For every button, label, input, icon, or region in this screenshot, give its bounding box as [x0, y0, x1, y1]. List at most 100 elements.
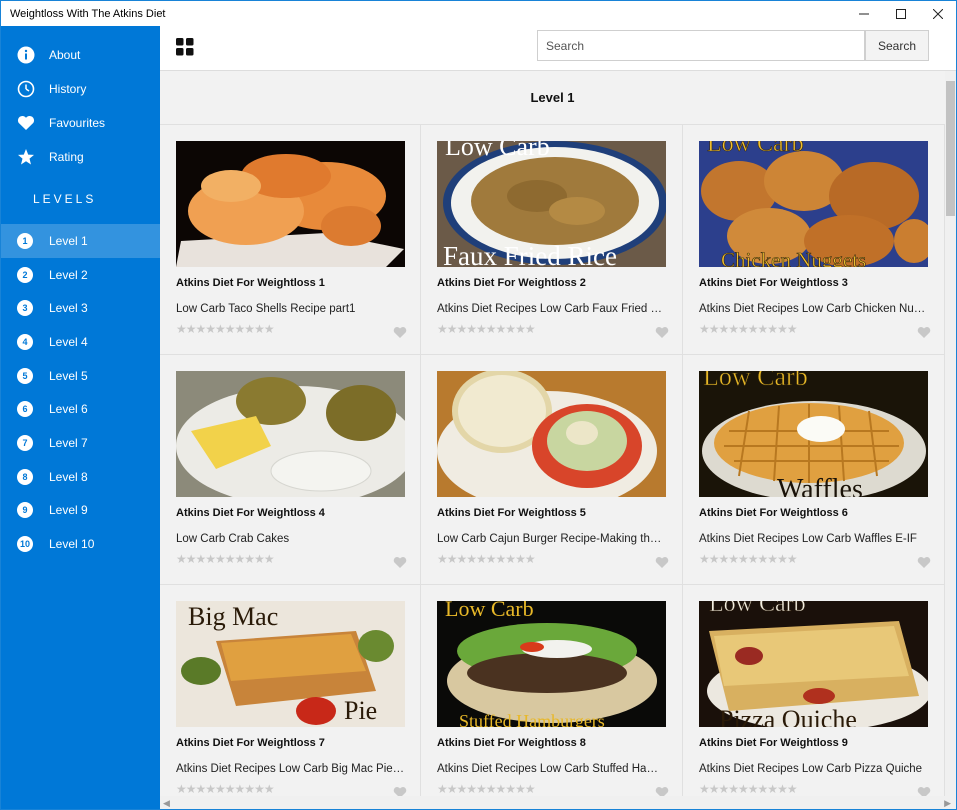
maximize-icon [895, 8, 906, 19]
favourite-heart-icon[interactable] [655, 556, 669, 569]
minimize-button[interactable] [845, 1, 882, 26]
favourite-heart-icon[interactable] [917, 786, 931, 796]
favourite-heart-icon[interactable] [655, 326, 669, 339]
maximize-button[interactable] [882, 1, 919, 26]
overlay-bottom-text: Pizza Quiche [719, 705, 857, 727]
search-button[interactable]: Search [865, 30, 929, 61]
overlay-bottom-text: Pie [344, 696, 377, 725]
favourite-heart-icon[interactable] [393, 556, 407, 569]
sidebar-item-favourites[interactable]: Favourites [1, 106, 160, 140]
sidebar-item-label: Rating [49, 150, 84, 164]
overlay-top-text: Low Carb [709, 601, 806, 617]
recipe-thumbnail[interactable] [176, 141, 405, 267]
sidebar-item-level-9[interactable]: 9 Level 9 [1, 494, 160, 528]
rating-stars[interactable]: ★★★★★★★★★★ [699, 782, 944, 796]
recipe-card-4[interactable]: Atkins Diet For Weightloss 4 Low Carb Cr… [160, 354, 421, 584]
recipe-title: Atkins Diet For Weightloss 6 [699, 507, 848, 519]
recipe-thumbnail[interactable]: Low Carb Pizza Quiche [699, 601, 928, 727]
sidebar-item-history[interactable]: History [1, 72, 160, 106]
vertical-scrollbar[interactable] [945, 71, 956, 796]
search-input[interactable]: Search [537, 30, 865, 61]
favourite-heart-icon[interactable] [917, 556, 931, 569]
recipe-card-9[interactable]: Low Carb Pizza Quiche Atkins Diet For We… [683, 584, 945, 796]
recipe-subtitle: Atkins Diet Recipes Low Carb Stuffed Ham… [437, 763, 666, 775]
recipe-title: Atkins Diet For Weightloss 7 [176, 737, 325, 749]
scroll-right-icon[interactable]: ▶ [944, 798, 951, 809]
overlay-bottom-text: Faux Fried Rice [443, 241, 617, 267]
recipe-subtitle: Atkins Diet Recipes Low Carb Pizza Quich… [699, 763, 923, 775]
rating-stars[interactable]: ★★★★★★★★★★ [437, 782, 682, 796]
rating-stars[interactable]: ★★★★★★★★★★ [437, 322, 682, 336]
recipe-card-6[interactable]: Low Carb Waffles Atkins Diet For Weightl… [683, 354, 945, 584]
star-icon [16, 147, 36, 167]
sidebar-item-level-7[interactable]: 7 Level 7 [1, 426, 160, 460]
sidebar-item-level-1[interactable]: 1 Level 1 [1, 224, 160, 258]
recipe-card-5[interactable]: Atkins Diet For Weightloss 5 Low Carb Ca… [421, 354, 683, 584]
level-number-badge: 3 [17, 300, 33, 317]
level-label: Level 6 [49, 402, 88, 417]
favourite-heart-icon[interactable] [393, 786, 407, 796]
recipe-thumbnail[interactable]: Low Carb Waffles [699, 371, 928, 497]
grid-view-icon[interactable] [176, 38, 194, 56]
overlay-top-text: Big Mac [188, 602, 278, 631]
favourite-heart-icon[interactable] [917, 326, 931, 339]
level-number-badge: 7 [17, 434, 33, 451]
sidebar-item-label: History [49, 82, 87, 96]
sidebar: About History Favourites Rating LEVELS 1… [1, 26, 160, 809]
recipe-subtitle: Atkins Diet Recipes Low Carb Chicken Nug… [699, 303, 928, 315]
recipe-thumbnail[interactable]: Big Mac Pie [176, 601, 405, 727]
sidebar-item-label: Favourites [49, 116, 106, 130]
sidebar-item-level-8[interactable]: 8 Level 8 [1, 460, 160, 494]
close-button[interactable] [919, 1, 956, 26]
recipe-card-1[interactable]: Atkins Diet For Weightloss 1 Low Carb Ta… [160, 124, 421, 354]
sidebar-item-rating[interactable]: Rating [1, 140, 160, 174]
sidebar-item-level-5[interactable]: 5 Level 5 [1, 359, 160, 393]
level-number-badge: 10 [17, 536, 33, 553]
recipe-thumbnail[interactable]: Low Carb Chicken Nuggets [699, 141, 928, 267]
vertical-scrollbar-thumb[interactable] [946, 81, 955, 216]
rating-stars[interactable]: ★★★★★★★★★★ [176, 782, 420, 796]
recipe-subtitle: Low Carb Crab Cakes [176, 533, 290, 545]
level-label: Level 7 [49, 435, 88, 450]
level-label: Level 2 [49, 267, 88, 282]
level-label: Level 5 [49, 368, 88, 383]
rating-stars[interactable]: ★★★★★★★★★★ [699, 552, 944, 566]
level-label: Level 10 [49, 537, 95, 552]
sidebar-item-label: About [49, 48, 81, 62]
recipe-card-2[interactable]: Low Carb Faux Fried Rice Atkins Diet For… [421, 124, 683, 354]
sidebar-item-level-10[interactable]: 10 Level 10 [1, 527, 160, 561]
recipe-thumbnail[interactable] [437, 371, 666, 497]
level-number-badge: 9 [17, 502, 33, 519]
recipe-thumbnail[interactable]: Low Carb Faux Fried Rice [437, 141, 666, 267]
page-title: Level 1 [530, 90, 575, 105]
recipe-title: Atkins Diet For Weightloss 9 [699, 737, 848, 749]
top-bar: Search Search [160, 26, 956, 71]
scroll-left-icon[interactable]: ◀ [163, 798, 170, 809]
recipe-subtitle: Low Carb Taco Shells Recipe part1 [176, 303, 356, 315]
sidebar-item-about[interactable]: About [1, 38, 160, 72]
recipe-subtitle: Atkins Diet Recipes Low Carb Waffles E-I… [699, 533, 917, 545]
rating-stars[interactable]: ★★★★★★★★★★ [437, 552, 682, 566]
rating-stars[interactable]: ★★★★★★★★★★ [176, 322, 420, 336]
recipe-title: Atkins Diet For Weightloss 4 [176, 507, 325, 519]
sidebar-item-level-6[interactable]: 6 Level 6 [1, 392, 160, 426]
level-number-badge: 8 [17, 468, 33, 485]
overlay-top-text: Low Carb [707, 141, 804, 157]
horizontal-scrollbar[interactable]: ◀ ▶ [160, 796, 956, 809]
recipe-thumbnail[interactable]: Low Carb Stuffed Hamburgers [437, 601, 666, 727]
recipe-thumbnail[interactable] [176, 371, 405, 497]
favourite-heart-icon[interactable] [393, 326, 407, 339]
rating-stars[interactable]: ★★★★★★★★★★ [699, 322, 944, 336]
recipe-card-7[interactable]: Big Mac Pie Atkins Diet For Weightloss 7… [160, 584, 421, 796]
rating-stars[interactable]: ★★★★★★★★★★ [176, 552, 420, 566]
recipe-card-8[interactable]: Low Carb Stuffed Hamburgers Atkins Diet … [421, 584, 683, 796]
level-number-badge: 5 [17, 367, 33, 384]
overlay-top-text: Low Carb [703, 371, 808, 391]
favourite-heart-icon[interactable] [655, 786, 669, 796]
recipe-card-3[interactable]: Low Carb Chicken Nuggets Atkins Diet For… [683, 124, 945, 354]
sidebar-item-level-4[interactable]: 4 Level 4 [1, 325, 160, 359]
close-icon [932, 8, 943, 19]
overlay-bottom-text: Stuffed Hamburgers [459, 711, 605, 727]
sidebar-item-level-2[interactable]: 2 Level 2 [1, 258, 160, 292]
sidebar-item-level-3[interactable]: 3 Level 3 [1, 291, 160, 325]
